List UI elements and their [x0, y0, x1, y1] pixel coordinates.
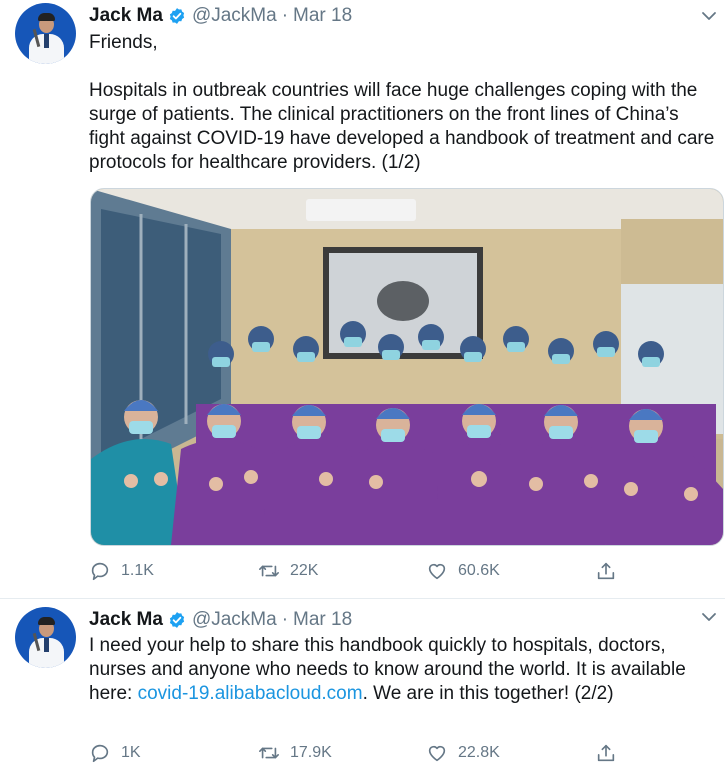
reply-count: 1.1K [121, 562, 154, 579]
like-count: 60.6K [458, 562, 500, 579]
like-count: 22.8K [458, 744, 500, 761]
tweet-greeting: Friends, [89, 32, 158, 53]
tweet-date[interactable]: Mar 18 [293, 5, 352, 27]
group-photo-medical-team [91, 189, 723, 545]
reply-icon [91, 744, 109, 763]
tweet-text: I need your help to share this handbook … [89, 634, 719, 706]
tweet-header: Jack Ma @JackMa · Mar 18 [89, 4, 352, 28]
verified-badge-icon [169, 8, 185, 24]
chevron-down-icon[interactable] [701, 10, 717, 22]
retweet-button[interactable]: 17.9K [258, 741, 332, 765]
separator-dot: · [281, 5, 289, 26]
reply-button[interactable]: 1.1K [89, 559, 154, 583]
chevron-down-icon[interactable] [701, 611, 717, 623]
tweet-body: Hospitals in outbreak countries will fac… [89, 80, 715, 173]
like-icon [428, 563, 446, 580]
share-icon [597, 562, 615, 580]
share-button[interactable] [595, 741, 617, 765]
reply-button[interactable]: 1K [89, 741, 141, 765]
tweet-body-part2: . We are in this together! (2/2) [362, 683, 614, 704]
tweet-1[interactable]: Jack Ma @JackMa · Mar 18 Friends, Hospit… [0, 0, 725, 599]
separator-dot: · [281, 609, 289, 630]
avatar[interactable] [15, 3, 76, 64]
retweet-button[interactable]: 22K [258, 559, 318, 583]
handbook-link[interactable]: covid-19.alibabacloud.com [138, 683, 363, 704]
share-icon [597, 744, 615, 762]
like-button[interactable]: 60.6K [426, 559, 500, 583]
author-name[interactable]: Jack Ma [89, 609, 163, 631]
tweet-date[interactable]: Mar 18 [293, 609, 352, 631]
tweet-actions: 1.1K 22K 60.6K [89, 559, 629, 583]
like-icon [428, 745, 446, 762]
author-name[interactable]: Jack Ma [89, 5, 163, 27]
reply-icon [91, 562, 109, 581]
tweet-body: I need your help to share this handbook … [89, 634, 719, 706]
tweet-header: Jack Ma @JackMa · Mar 18 [89, 608, 352, 632]
retweet-icon [259, 565, 279, 577]
verified-badge-icon [169, 612, 185, 628]
retweet-count: 17.9K [290, 744, 332, 761]
avatar[interactable] [15, 607, 76, 668]
retweet-count: 22K [290, 562, 319, 579]
reply-count: 1K [121, 744, 141, 761]
tweet-photo[interactable] [90, 188, 724, 546]
retweet-icon [259, 747, 279, 759]
share-button[interactable] [595, 559, 617, 583]
author-handle[interactable]: @JackMa [192, 609, 277, 631]
tweet-2[interactable]: Jack Ma @JackMa · Mar 18 I need your hel… [0, 599, 725, 767]
like-button[interactable]: 22.8K [426, 741, 500, 765]
tweet-text: Friends, Hospitals in outbreak countries… [89, 31, 719, 175]
author-handle[interactable]: @JackMa [192, 5, 277, 27]
tweet-actions: 1K 17.9K 22.8K [89, 741, 629, 765]
